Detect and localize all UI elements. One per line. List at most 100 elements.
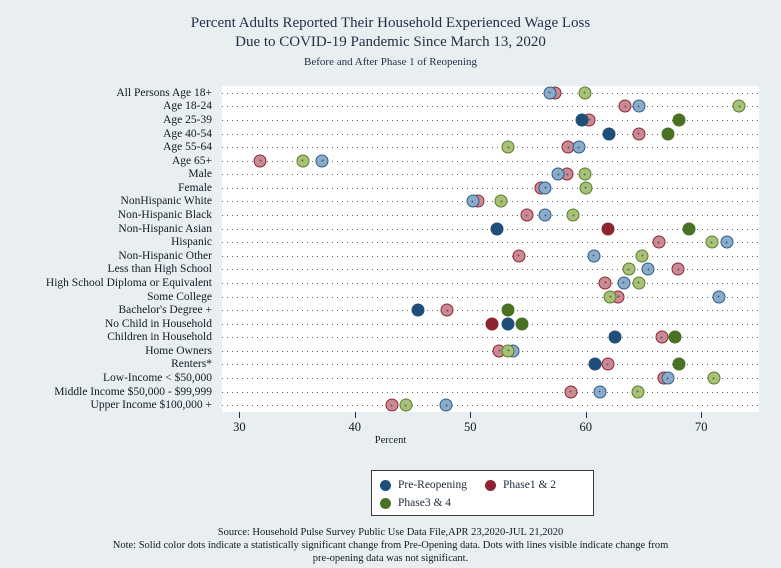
data-point-phase1-2 <box>512 249 526 263</box>
data-point-phase1-2 <box>601 357 615 371</box>
data-point-pre-reopening <box>538 208 552 222</box>
data-point-phase3-4 <box>501 303 515 317</box>
data-point-phase3-4 <box>705 235 719 249</box>
data-point-phase3-4 <box>566 208 580 222</box>
x-tick-label-70: 70 <box>695 420 708 434</box>
y-axis-label: Upper Income $100,000 + <box>90 399 212 412</box>
data-point-phase1-2 <box>485 317 499 331</box>
data-point-phase1-2 <box>253 154 267 168</box>
gridline-row <box>222 174 759 175</box>
y-axis-label: High School Diploma or Equivalent <box>45 276 212 289</box>
gridline-row <box>222 405 759 406</box>
data-point-phase3-4 <box>399 398 413 412</box>
x-tick-30 <box>239 412 241 418</box>
x-tick-60 <box>585 412 587 418</box>
legend-item-phase3-4: Phase3 & 4 <box>380 497 451 509</box>
data-point-phase1-2 <box>655 330 669 344</box>
y-axis-label: Renters* <box>171 358 212 371</box>
data-point-phase3-4 <box>668 330 682 344</box>
y-axis-label: Some College <box>147 290 212 303</box>
gridline-row <box>222 242 759 243</box>
y-axis-label: Age 65+ <box>171 154 212 167</box>
data-point-pre-reopening <box>712 290 726 304</box>
legend-item-phase1-2: Phase1 & 2 <box>484 479 557 491</box>
y-axis-label: Age 40-54 <box>163 127 212 140</box>
x-axis-title: Percent <box>374 435 407 446</box>
data-point-phase1-2 <box>520 208 534 222</box>
data-point-pre-reopening <box>439 398 453 412</box>
x-tick-70 <box>701 412 703 418</box>
data-point-phase3-4 <box>296 154 310 168</box>
data-point-phase3-4 <box>682 222 696 236</box>
data-point-phase1-2 <box>652 235 666 249</box>
gridline-row <box>222 283 759 284</box>
x-tick-label-50: 50 <box>464 420 477 434</box>
data-point-phase1-2 <box>618 99 632 113</box>
data-point-pre-reopening <box>575 113 589 127</box>
data-point-phase3-4 <box>672 357 686 371</box>
y-axis-label: NonHispanic White <box>120 195 212 208</box>
data-point-phase3-4 <box>661 127 675 141</box>
data-point-pre-reopening <box>411 303 425 317</box>
data-point-pre-reopening <box>490 222 504 236</box>
gridline-row <box>222 310 759 311</box>
legend-dot-phase3-4 <box>380 497 391 509</box>
data-point-pre-reopening <box>466 194 480 208</box>
data-point-phase1-2 <box>632 127 646 141</box>
y-axis-label: Non-Hispanic Black <box>117 209 212 222</box>
data-point-phase1-2 <box>440 303 454 317</box>
data-point-phase1-2 <box>564 385 578 399</box>
plot-area <box>222 86 759 412</box>
data-point-pre-reopening <box>315 154 329 168</box>
title-line-1: Percent Adults Reported Their Household … <box>190 15 591 31</box>
chart-title-block: Percent Adults Reported Their Household … <box>0 0 781 68</box>
data-point-pre-reopening <box>602 127 616 141</box>
data-point-pre-reopening <box>543 86 557 100</box>
legend-label-phase1-2: Phase1 & 2 <box>502 479 557 491</box>
gridline-row <box>222 201 759 202</box>
gridline-row <box>222 378 759 379</box>
legend-label-pre-reopening: Pre-Reopening <box>398 479 467 491</box>
chart-footnotes: Source: Household Pulse Survey Public Us… <box>0 526 781 565</box>
y-axis-label: Children in Household <box>107 331 212 344</box>
data-point-phase3-4 <box>632 276 646 290</box>
data-point-pre-reopening <box>720 235 734 249</box>
x-tick-40 <box>354 412 356 418</box>
y-axis-label: Age 18-24 <box>163 100 212 113</box>
gridline-row <box>222 297 759 298</box>
chart-legend: Pre-Reopening Phase1 & 2 Phase3 & 4 <box>371 470 594 516</box>
gridline-row <box>222 134 759 135</box>
data-point-pre-reopening <box>551 167 565 181</box>
gridline-row <box>222 256 759 257</box>
data-point-phase3-4 <box>579 181 593 195</box>
data-point-pre-reopening <box>593 385 607 399</box>
x-tick-50 <box>470 412 472 418</box>
data-point-phase3-4 <box>501 140 515 154</box>
x-tick-label-30: 30 <box>233 420 246 434</box>
data-point-pre-reopening <box>632 99 646 113</box>
data-point-pre-reopening <box>501 317 515 331</box>
data-point-phase3-4 <box>603 290 617 304</box>
data-point-phase3-4 <box>515 317 529 331</box>
x-tick-label-60: 60 <box>579 420 593 434</box>
y-axis-label: Age 55-64 <box>163 141 212 154</box>
x-tick-label-40: 40 <box>348 420 362 434</box>
significance-note-line-1: Note: Solid color dots indicate a statis… <box>112 540 669 551</box>
data-point-phase3-4 <box>578 167 592 181</box>
y-axis-label: Age 25-39 <box>163 113 212 126</box>
legend-row-bottom: Phase3 & 4 <box>380 494 585 512</box>
gridline-row <box>222 188 759 189</box>
y-axis-label: Home Owners <box>145 344 212 357</box>
y-axis-label: Hispanic <box>171 236 212 249</box>
gridline-row <box>222 215 759 216</box>
data-point-phase3-4 <box>707 371 721 385</box>
gridline-row <box>222 351 759 352</box>
y-axis-label: Female <box>178 181 212 194</box>
legend-dot-pre-reopening <box>380 479 391 491</box>
data-point-phase1-2 <box>385 398 399 412</box>
legend-item-pre-reopening: Pre-Reopening <box>380 479 467 491</box>
data-point-phase3-4 <box>732 99 746 113</box>
legend-label-phase3-4: Phase3 & 4 <box>398 497 452 509</box>
data-point-phase3-4 <box>672 113 686 127</box>
data-point-phase1-2 <box>598 276 612 290</box>
